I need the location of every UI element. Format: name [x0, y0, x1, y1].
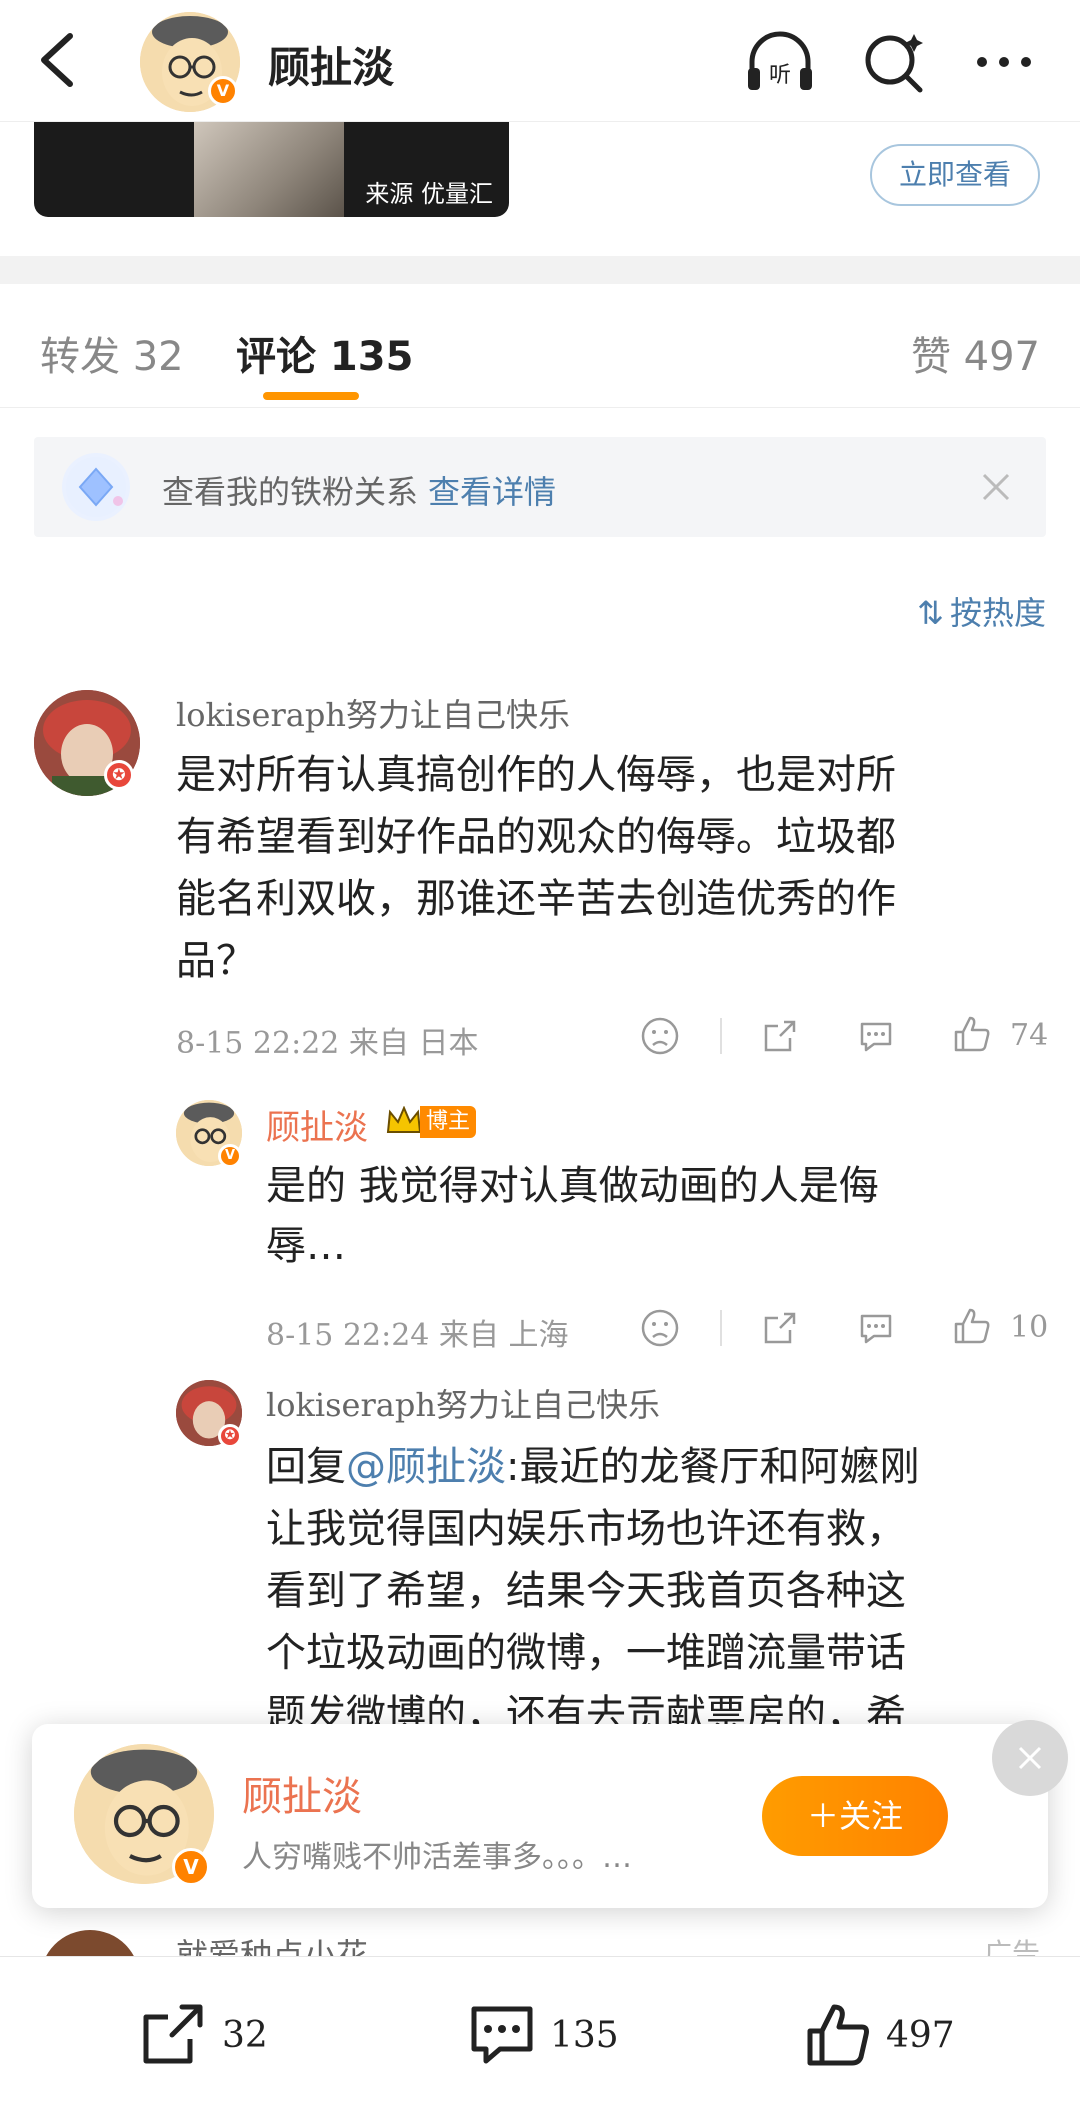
like-count: 74: [1010, 1018, 1049, 1053]
comment-line: 看到了希望，结果今天我首页各种这: [266, 1568, 906, 1614]
section-divider: [0, 256, 1080, 284]
search-icon[interactable]: [856, 24, 932, 100]
comment-line: 有希望看到好作品的观众的侮辱。垃圾都: [176, 814, 896, 860]
sort-icon: ⇅: [917, 594, 944, 632]
follow-button[interactable]: ＋关注: [762, 1776, 948, 1856]
member-badge-icon: ✪: [104, 760, 134, 790]
follow-card-bio: 人穷嘴贱不帅活差事多。。。…: [242, 1840, 632, 1875]
comment-line: 回复@顾扯淡:最近的龙餐厅和阿嬷刚: [266, 1436, 919, 1498]
comment-line: 品？: [176, 938, 256, 984]
interaction-tabs: 转发 32 评论 135 赞 497: [0, 284, 1080, 408]
comment-line: 个垃圾动画的微博，一堆蹭流量带话: [266, 1630, 906, 1676]
verified-badge: V: [218, 1144, 242, 1168]
reply-prefix: 回复: [266, 1444, 346, 1490]
ad-image: [194, 122, 344, 217]
fan-banner-label: 查看我的铁粉关系: [162, 473, 419, 511]
comment-meta: 8-15 22:24 来自 上海: [266, 1318, 569, 1353]
comment-icon: [471, 2006, 533, 2064]
sort-label: 按热度: [949, 594, 1046, 632]
diamond-icon: [62, 453, 130, 521]
comment-line: 让我觉得国内娱乐市场也许还有救，: [266, 1506, 906, 1552]
like-icon[interactable]: [952, 1306, 992, 1346]
author-badge: 博主: [420, 1106, 477, 1138]
top-bar: V 顾扯淡 听: [0, 0, 1080, 122]
tab-reposts[interactable]: 转发 32: [40, 324, 184, 382]
dislike-face-icon[interactable]: [640, 1016, 680, 1056]
divider: [720, 1018, 722, 1054]
listen-icon[interactable]: 听: [742, 24, 818, 100]
repost-icon: [143, 2004, 203, 2064]
comment-text: 是的 我觉得对认真做动画的人是侮 辱…: [266, 1156, 879, 1276]
crown-icon: [386, 1106, 422, 1133]
comment-button[interactable]: 135: [466, 1997, 619, 2073]
comment-text: 是对所有认真搞创作的人侮辱，也是对所 有希望看到好作品的观众的侮辱。垃圾都 能名…: [176, 744, 896, 992]
verified-badge: V: [172, 1848, 210, 1886]
bottom-action-bar: 32 135 497: [0, 1956, 1080, 2110]
view-details-link[interactable]: 查看详情: [428, 473, 556, 511]
divider: [720, 1310, 722, 1346]
like-icon[interactable]: [952, 1014, 992, 1054]
comment-line-rest: :最近的龙餐厅和阿嬷刚: [506, 1444, 920, 1490]
like-button[interactable]: 497: [802, 1997, 955, 2073]
fan-banner-text: 查看我的铁粉关系 查看详情: [162, 467, 556, 513]
mention-link[interactable]: @顾扯淡: [346, 1444, 506, 1490]
sort-by-hot[interactable]: ⇅ 按热度: [917, 588, 1046, 634]
share-icon[interactable]: [760, 1308, 800, 1348]
share-icon[interactable]: [760, 1016, 800, 1056]
comment-username[interactable]: 顾扯淡: [266, 1100, 368, 1149]
active-tab-indicator: [263, 392, 359, 400]
like-count: 10: [1010, 1310, 1049, 1345]
comment-meta: 8-15 22:22 来自 日本: [176, 1026, 479, 1061]
more-icon[interactable]: [966, 24, 1042, 100]
verified-badge: V: [208, 76, 238, 106]
reply-icon[interactable]: [856, 1308, 896, 1348]
comment-line: 辱…: [266, 1223, 346, 1269]
repost-button[interactable]: 32: [138, 1997, 268, 2073]
like-count: 497: [886, 2014, 955, 2056]
view-now-button[interactable]: 立即查看: [870, 144, 1040, 206]
tab-likes[interactable]: 赞 497: [911, 324, 1040, 382]
back-icon[interactable]: [30, 28, 90, 92]
ad-source-label: 来源 优量汇: [365, 180, 493, 208]
reply-icon[interactable]: [856, 1016, 896, 1056]
comment-line: 是的 我觉得对认真做动画的人是侮: [266, 1163, 879, 1209]
tab-comments[interactable]: 评论 135: [236, 324, 413, 382]
fan-relation-banner[interactable]: 查看我的铁粉关系 查看详情: [34, 437, 1046, 537]
comment-username[interactable]: lokiseraph努力让自己快乐: [266, 1380, 660, 1426]
dislike-face-icon[interactable]: [640, 1308, 680, 1348]
home-indicator: [0, 2096, 1080, 2110]
member-badge-icon: ✪: [218, 1424, 242, 1448]
comment-line: 能名利双收，那谁还辛苦去创造优秀的作: [176, 876, 896, 922]
comment-text: 回复@顾扯淡:最近的龙餐厅和阿嬷刚 让我觉得国内娱乐市场也许还有救， 看到了希望…: [266, 1436, 919, 1746]
comment-count: 135: [550, 2014, 619, 2056]
page-title[interactable]: 顾扯淡: [268, 34, 394, 95]
close-icon[interactable]: [992, 1720, 1068, 1796]
follow-suggestion-card[interactable]: V 顾扯淡 人穷嘴贱不帅活差事多。。。… ＋关注: [32, 1724, 1048, 1908]
close-icon[interactable]: [976, 467, 1016, 507]
ad-media[interactable]: 来源 优量汇: [34, 122, 509, 217]
comment-username[interactable]: lokiseraph努力让自己快乐: [176, 690, 570, 736]
comment-line: 是对所有认真搞创作的人侮辱，也是对所: [176, 752, 896, 798]
listen-glyph: 听: [769, 63, 791, 88]
repost-count: 32: [222, 2014, 268, 2056]
follow-card-name[interactable]: 顾扯淡: [242, 1764, 362, 1822]
like-icon: [807, 2004, 869, 2066]
